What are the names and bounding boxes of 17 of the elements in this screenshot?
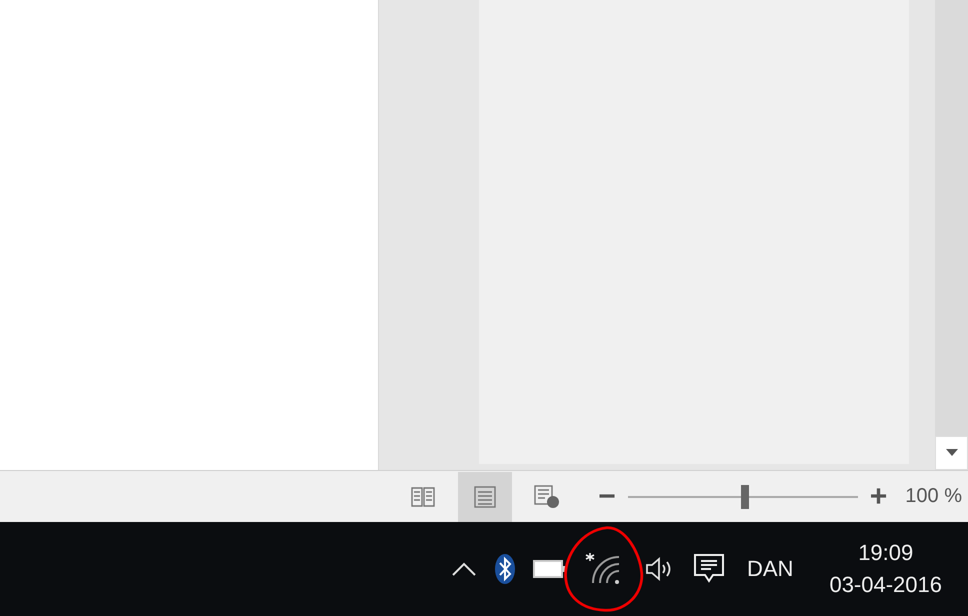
bluetooth-icon[interactable] [495, 554, 515, 584]
clock-date[interactable]: 03-04-2016 [829, 572, 942, 598]
clock-time[interactable]: 19:09 [858, 540, 914, 566]
web-page-icon [534, 484, 560, 508]
zoom-in-button[interactable]: + [866, 480, 892, 514]
zoom-out-button[interactable]: − [594, 480, 620, 514]
slider-thumb[interactable] [741, 484, 750, 508]
book-icon [411, 486, 436, 508]
view-button[interactable] [458, 472, 512, 522]
chevron-up-icon[interactable] [451, 561, 477, 577]
language-indicator[interactable]: DAN [747, 556, 794, 582]
scroll-down-button[interactable] [935, 436, 968, 470]
battery-icon[interactable] [533, 560, 565, 578]
notification-icon[interactable] [693, 553, 725, 585]
zoom-level: 100 % [905, 485, 962, 508]
caret-icon [946, 449, 958, 457]
page-lines-icon [473, 486, 498, 508]
